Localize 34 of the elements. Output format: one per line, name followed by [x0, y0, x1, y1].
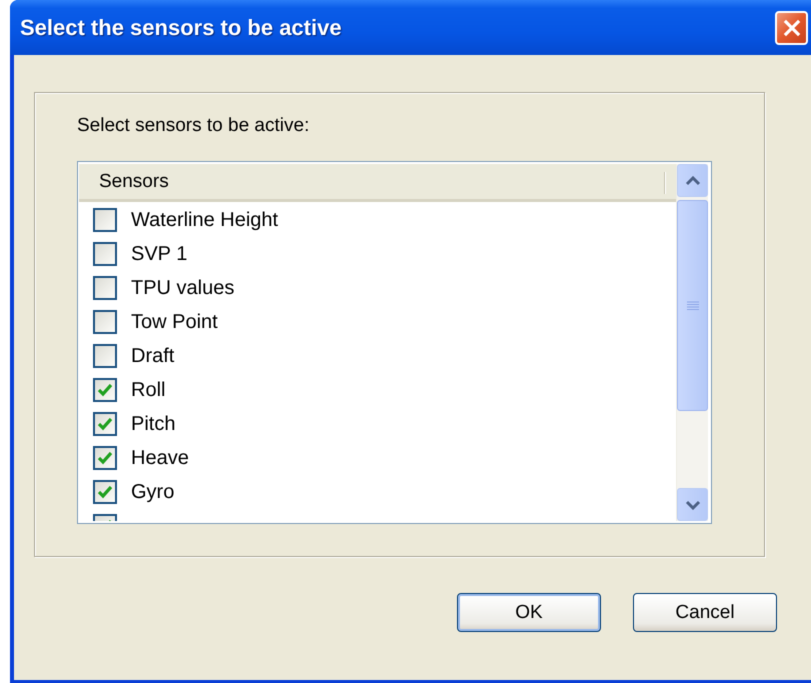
- sensor-label: Gyro: [131, 480, 174, 504]
- checkbox[interactable]: [93, 446, 117, 470]
- checkbox[interactable]: [93, 276, 117, 300]
- scroll-down-button[interactable]: [677, 488, 708, 521]
- grip-icon: [686, 300, 698, 310]
- checkbox[interactable]: [93, 412, 117, 436]
- chevron-up-icon: [684, 176, 700, 186]
- ok-button[interactable]: OK: [457, 593, 601, 632]
- sensor-label: TPU values: [131, 276, 234, 300]
- close-button[interactable]: [775, 10, 808, 44]
- check-icon: [97, 485, 113, 499]
- sensor-label: Draft: [131, 344, 174, 368]
- check-icon: [97, 383, 113, 397]
- check-icon: [97, 417, 113, 431]
- cancel-button[interactable]: Cancel: [633, 593, 777, 632]
- checkbox[interactable]: [93, 208, 117, 232]
- scrollbar-thumb[interactable]: [677, 200, 708, 411]
- sensor-label: Waterline Height: [131, 208, 278, 232]
- check-icon: [97, 451, 113, 465]
- sensor-label: Tow Point: [131, 310, 218, 334]
- sensor-label: SVP 1: [131, 242, 188, 266]
- checkbox[interactable]: [93, 344, 117, 368]
- chevron-down-icon: [684, 500, 700, 510]
- column-header[interactable]: Sensors: [79, 164, 676, 202]
- checkbox[interactable]: [93, 378, 117, 402]
- sensor-label: Pitch: [131, 412, 176, 436]
- window-title: Select the sensors to be active: [20, 14, 342, 40]
- checkbox[interactable]: [93, 310, 117, 334]
- sensor-label: Roll: [131, 378, 166, 402]
- scroll-up-button[interactable]: [677, 164, 708, 197]
- checkbox[interactable]: [93, 480, 117, 504]
- prompt-label: Select sensors to be active:: [77, 115, 310, 138]
- checkbox[interactable]: [93, 242, 117, 266]
- sensor-label: Heave: [131, 446, 189, 470]
